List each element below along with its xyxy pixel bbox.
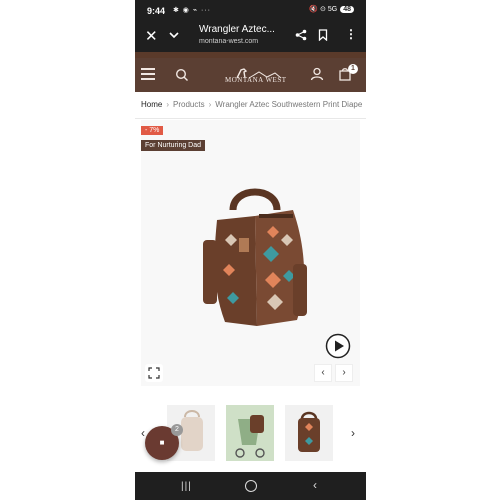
cart-count-badge: 1	[348, 64, 358, 74]
browser-bar: ✕ Wrangler Aztec... montana-west.com ⋮	[135, 22, 366, 52]
breadcrumb: Home › Products › Wrangler Aztec Southwester…	[141, 100, 362, 109]
thumbnail-3[interactable]	[285, 405, 333, 461]
share-icon[interactable]	[295, 29, 307, 41]
notification-icons: ✱ ◉ ⌁ ···	[173, 7, 212, 14]
thumbs-prev-button[interactable]: ‹	[141, 426, 145, 440]
status-time: 9:44	[147, 6, 166, 16]
account-icon[interactable]	[310, 67, 324, 81]
menu-icon[interactable]	[141, 68, 155, 83]
bookmark-icon[interactable]	[318, 29, 328, 41]
breadcrumb-separator: ›	[208, 100, 212, 109]
product-image[interactable]	[195, 180, 315, 330]
site-header: MONTANA WEST 1	[135, 58, 366, 92]
more-menu-icon[interactable]: ⋮	[345, 27, 357, 41]
thumbnail-image	[298, 411, 320, 452]
phone-screen: 9:44 ✱ ◉ ⌁ ··· 🔇 ⊙ 5G 48 ✕ Wrangler Azte…	[135, 0, 366, 500]
status-bar: 9:44 ✱ ◉ ⌁ ··· 🔇 ⊙ 5G 48	[135, 0, 366, 22]
back-icon[interactable]: ‹	[313, 478, 317, 492]
breadcrumb-separator: ›	[166, 100, 170, 109]
home-icon[interactable]	[245, 480, 257, 492]
fab-count-badge: 2	[171, 424, 183, 436]
gallery-next-button[interactable]: ›	[335, 364, 353, 382]
zoom-button[interactable]	[145, 364, 163, 382]
site-logo[interactable]: MONTANA WEST	[215, 66, 287, 86]
recent-apps-icon[interactable]: |||	[181, 481, 192, 492]
thumbnail-image	[226, 405, 274, 461]
page-title: Wrangler Aztec...	[199, 24, 275, 35]
page-url: montana-west.com	[199, 38, 259, 45]
divider	[135, 118, 366, 119]
close-icon[interactable]: ✕	[145, 27, 158, 45]
expand-icon	[148, 367, 160, 379]
gallery-arrows: ‹ ›	[314, 364, 353, 382]
signal-icons: 🔇 ⊙ 5G	[309, 6, 338, 13]
sale-badge: - 7%	[141, 126, 164, 135]
play-video-icon[interactable]	[325, 333, 351, 359]
battery-icon: 48	[340, 5, 354, 13]
thumbnail-2[interactable]	[226, 405, 274, 461]
breadcrumb-current: Wrangler Aztec Southwestern Print Diape	[215, 100, 363, 109]
breadcrumb-home[interactable]: Home	[141, 100, 162, 109]
status-right: 🔇 ⊙ 5G 48	[309, 5, 354, 13]
gallery-prev-button[interactable]: ‹	[314, 364, 332, 382]
logo-text: MONTANA WEST	[225, 76, 287, 84]
thumbs-next-button[interactable]: ›	[351, 426, 355, 440]
search-icon[interactable]	[175, 68, 189, 82]
promo-badge: For Nurturing Dad	[141, 140, 206, 151]
chevron-down-icon[interactable]	[169, 30, 179, 40]
breadcrumb-products[interactable]: Products	[173, 100, 205, 109]
android-nav-bar: ||| ‹	[135, 472, 366, 500]
